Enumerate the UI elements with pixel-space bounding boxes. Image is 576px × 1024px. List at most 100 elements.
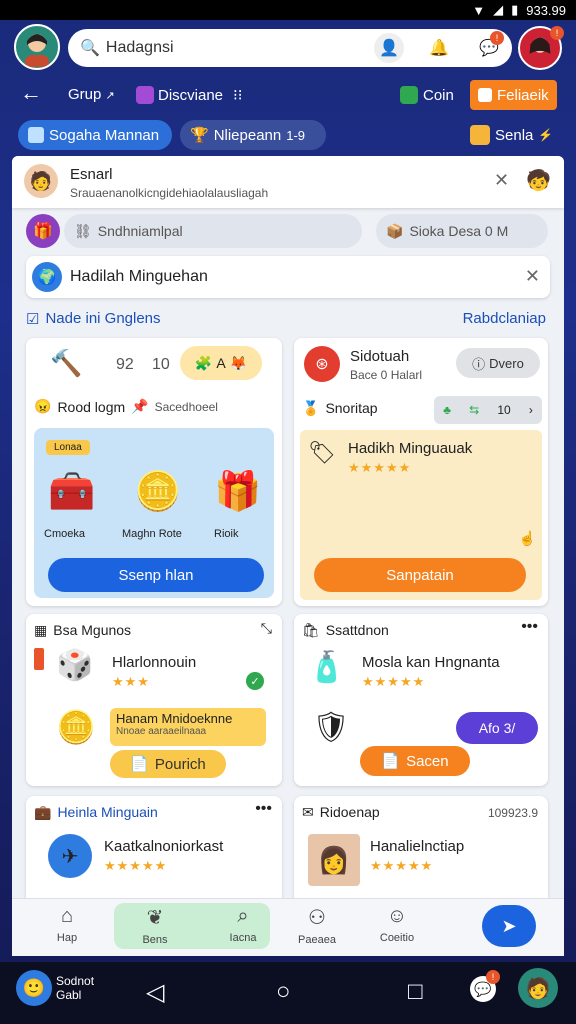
tab-events[interactable]: 🏆 Nliepeann 1-9	[180, 120, 326, 150]
item-label-3: Rioik	[214, 528, 239, 540]
fox-icon: 🦊	[229, 354, 248, 371]
user-avatar-bottom[interactable]: 🙂	[16, 970, 52, 1006]
puzzle-icon: 🧩	[194, 354, 213, 371]
card1-button[interactable]: Ssenp hlan	[48, 558, 264, 592]
user-avatar-corner[interactable]: 🧑	[518, 968, 558, 1008]
doc-icon: 📄	[381, 753, 401, 770]
nav-explore[interactable]: ❦ Bens	[120, 905, 190, 946]
nav-row: ← Grup ↗ Discviane ⁝⁝ Coin Feliaeik	[0, 80, 576, 110]
more-icon[interactable]: •••	[521, 618, 538, 636]
emoji-icon: 😠	[34, 398, 52, 414]
grid-icon: ▦	[34, 622, 48, 638]
card2-action-button[interactable]: Sanpatain	[314, 558, 526, 592]
item2-sub: Nnoae aaraaeilnaaa	[116, 726, 207, 737]
group-link[interactable]: Grup ↗	[68, 86, 115, 103]
item2-box: Hanam Mnidoeknne Nnoae aaraaeilnaaa	[110, 708, 266, 746]
fab-button[interactable]: ➤	[482, 905, 536, 947]
count-2: 10	[152, 356, 170, 373]
link-icon: ⛓	[74, 222, 92, 239]
promo-stars: ★★★★★	[348, 460, 412, 475]
item2-title: Hanam Mnidoeknne	[116, 711, 233, 726]
brand-icon: ⊛	[304, 346, 340, 382]
notice-subtitle: Srauaenanolkicngidehiaolalausliagah	[70, 186, 269, 200]
stat-chip[interactable]: 🧩 A 🦊	[180, 346, 262, 380]
notice-card: 🧑 Esnarl Srauaenanolkicngidehiaolalausli…	[12, 156, 564, 208]
card-games: ▦ Bsa Mgunos ⤡ 🎲 Hlarlonnouin ★★★ ✓ 🪙 Ha…	[26, 614, 282, 786]
more-icon[interactable]: •••	[255, 800, 272, 818]
kid-avatar-icon: 🧒	[526, 170, 551, 192]
bell-icon[interactable]: 🔔	[424, 33, 454, 63]
giftbox-icon[interactable]: 🎁	[214, 470, 261, 514]
home-nav-icon[interactable]: ○	[276, 978, 291, 1006]
nav-search[interactable]: ⌕ Iacna	[208, 905, 278, 944]
shield-icon: 🛡	[312, 711, 351, 744]
close-icon[interactable]: ✕	[494, 170, 509, 191]
discover-link[interactable]: Discviane ⁝⁝	[136, 86, 243, 104]
bottle-icon: 🧴	[308, 651, 346, 684]
price-button[interactable]: Afo 3/	[456, 712, 538, 744]
back-nav-icon[interactable]: ◁	[146, 978, 164, 1007]
item1-title: Hlarlonnouin	[112, 654, 197, 671]
wifi-icon: ◢	[493, 2, 504, 17]
red-marker	[34, 648, 44, 670]
home-icon: ⌂	[60, 905, 74, 927]
card3-button[interactable]: 📄 Pourich	[110, 750, 226, 778]
tab-home[interactable]: Sogaha Mannan	[18, 120, 172, 150]
card-rewards: 🔨 92 10 🧩 A 🦊 😠 Rood logm 📌 Sacedhoeel L…	[26, 338, 282, 606]
account-icon[interactable]: 👤	[374, 33, 404, 63]
card2-controls[interactable]: ♣ ⇆ 10 ›	[434, 396, 542, 424]
hand-icon: ☝	[518, 530, 536, 546]
person-icon	[25, 34, 49, 67]
people-icon: ⚇	[308, 907, 326, 929]
banner-close-icon[interactable]: ✕	[525, 266, 540, 287]
back-icon[interactable]: ←	[20, 80, 42, 106]
card4-title: 🛍 Ssattdnon	[302, 622, 389, 638]
nav-community[interactable]: ⚇ Paeaea	[282, 905, 352, 946]
plane-icon: ✈	[48, 834, 92, 878]
card-video: ✉ Ridoenap 109923.9 👩 Hanalielnctiap ★★★…	[294, 796, 548, 908]
pin-icon: 📌	[131, 398, 149, 414]
nav-home[interactable]: ⌂ Hap	[32, 905, 102, 944]
gift-avatar-icon[interactable]: 🎁	[26, 214, 60, 248]
card2-button[interactable]: ⓘ Dvero	[456, 348, 540, 378]
card1-area: Lonaa 🧰 🪙 🎁 Cmoeka Maghn Rote Rioik Ssen…	[34, 428, 274, 598]
search-icon: ⌕	[237, 905, 249, 927]
input-left[interactable]: ⛓ Sndhniamlpal	[64, 214, 362, 248]
card4-button[interactable]: 📄 Sacen	[360, 746, 470, 776]
briefcase-icon: 💼	[34, 804, 52, 820]
system-bar: 🙂 Sodnot Gabl ◁ ○ □ 💬 ! 🧑	[0, 962, 576, 1024]
item-title: Mosla kan Hngnanta	[362, 654, 500, 671]
top-bar: 🔍 Hadagnsi 👤 🔔 💬 ! !	[0, 24, 576, 74]
card6-meta: 109923.9	[487, 806, 538, 820]
search-input[interactable]: Hadagnsi	[106, 39, 174, 57]
tab-bar: Sogaha Mannan 🏆 Nliepeann 1-9 Senla ⚡	[0, 118, 576, 152]
recents-nav-icon[interactable]: □	[408, 978, 423, 1006]
main-panel: 🧑 Esnarl Srauaenanolkicngidehiaolalausli…	[12, 156, 564, 956]
doc-icon: 📄	[130, 756, 149, 773]
input-right[interactable]: 📦 Sioka Desa 0 M	[376, 214, 548, 248]
promo-title: Hadikh Minguauak	[348, 440, 473, 457]
coin-chip[interactable]: Coin	[396, 80, 458, 110]
rewards-chip[interactable]: Feliaeik	[470, 80, 557, 110]
banner-card[interactable]: 🌍 Hadilah Minguehan ✕	[26, 256, 550, 298]
signal-icon: ▼	[472, 2, 486, 18]
item-stars: ★★★★★	[104, 858, 168, 873]
notice-avatar: 🧑	[24, 164, 58, 198]
trophy-icon: 🏆	[190, 127, 209, 144]
nav-profile[interactable]: ☺ Coeitio	[362, 905, 432, 944]
thumbnail[interactable]: 👩	[308, 834, 360, 886]
notification-badge: !	[486, 970, 500, 984]
globe-icon: 🌍	[32, 262, 62, 292]
card-weekly: 💼 Heinla Minguain ••• ✈ Kaatkalnoniorkas…	[26, 796, 282, 908]
tools-icon: 🔨	[50, 348, 83, 378]
profile-avatar[interactable]	[14, 24, 60, 70]
chest-icon[interactable]: 🧰	[48, 470, 95, 514]
sort-button[interactable]: Senla ⚡	[460, 120, 563, 150]
chevron-right-icon: ›	[528, 403, 533, 417]
card3-title: ▦ Bsa Mgunos	[34, 622, 132, 638]
expand-icon[interactable]: ⤡	[261, 620, 272, 637]
coin-item-icon[interactable]: 🪙	[134, 470, 181, 514]
card2-promo-area: 🏷 Hadikh Minguauak ★★★★★ ☝ Sanpatain	[300, 430, 542, 600]
tag-label: Lonaa	[46, 440, 90, 455]
section-link[interactable]: Rabdclaniap	[463, 310, 546, 327]
